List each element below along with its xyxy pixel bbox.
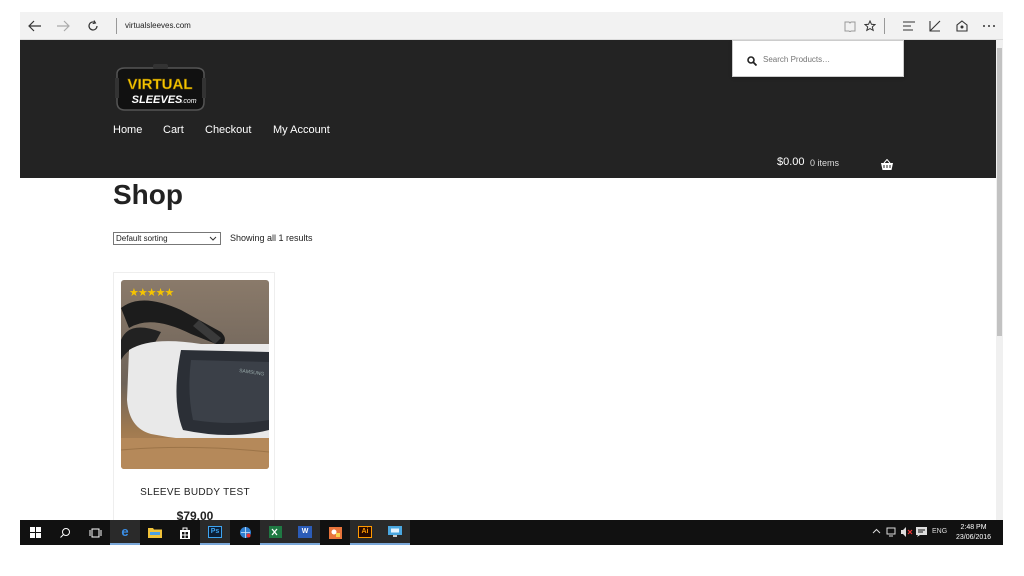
page-title: Shop <box>113 179 183 210</box>
volume-muted-icon[interactable] <box>901 527 913 539</box>
cart-total[interactable]: $0.00 <box>777 156 805 168</box>
nav-my-account[interactable]: My Account <box>273 124 330 136</box>
nav-checkout[interactable]: Checkout <box>205 124 251 136</box>
screen: virtualsleeves.com VIRTUAL SLEEVES .com … <box>20 12 1003 545</box>
forward-arrow-icon[interactable] <box>52 16 74 36</box>
favorite-star-icon[interactable] <box>859 16 881 36</box>
taskbar: e Ps W Ai ENG 2:48 PM 23/06/2016 <box>20 520 1003 545</box>
back-arrow-icon[interactable] <box>24 16 46 36</box>
remote-desktop-icon[interactable] <box>380 520 410 545</box>
word-icon[interactable]: W <box>290 520 320 545</box>
cart-item-count[interactable]: 0 items <box>810 158 839 168</box>
hub-icon[interactable] <box>898 16 920 36</box>
toolbar-divider <box>884 18 885 34</box>
refresh-icon[interactable] <box>82 16 104 36</box>
product-image[interactable]: SAMSUNG ★★★★★ <box>121 280 269 469</box>
edge-browser-icon[interactable]: e <box>110 520 140 545</box>
input-language[interactable]: ENG <box>932 528 947 535</box>
system-clock[interactable]: 2:48 PM 23/06/2016 <box>956 523 991 543</box>
network-icon[interactable] <box>886 527 897 539</box>
chevron-up-icon[interactable] <box>872 526 881 536</box>
browser-toolbar: virtualsleeves.com <box>20 12 1003 40</box>
share-icon[interactable] <box>951 16 973 36</box>
nav-cart[interactable]: Cart <box>163 124 184 136</box>
product-price: $79.00 <box>176 509 214 520</box>
site-logo[interactable]: VIRTUAL SLEEVES .com <box>113 62 208 114</box>
vpn-globe-icon[interactable] <box>230 520 260 545</box>
file-explorer-icon[interactable] <box>140 520 170 545</box>
chevron-down-icon <box>209 234 217 245</box>
task-view-icon[interactable] <box>80 520 110 545</box>
illustrator-icon[interactable]: Ai <box>350 520 380 545</box>
more-icon[interactable] <box>978 16 1000 36</box>
notification-message-icon[interactable] <box>916 527 927 539</box>
clock-date: 23/06/2016 <box>956 534 992 541</box>
result-count: Showing all 1 results <box>230 233 313 243</box>
sort-select-value: Default sorting <box>116 234 168 243</box>
web-note-icon[interactable] <box>924 16 946 36</box>
page-viewport: VIRTUAL SLEEVES .com Home Cart Checkout … <box>20 40 996 520</box>
logo-text-bottom: SLEEVES <box>132 94 183 106</box>
reading-view-icon[interactable] <box>839 16 861 36</box>
site-header: VIRTUAL SLEEVES .com Home Cart Checkout … <box>20 40 996 178</box>
paint-icon[interactable] <box>320 520 350 545</box>
photoshop-icon[interactable]: Ps <box>200 520 230 545</box>
logo-text-top: VIRTUAL <box>128 76 193 93</box>
clock-time: 2:48 PM <box>960 524 987 531</box>
logo-text-suffix: .com <box>181 98 196 105</box>
search-icon <box>747 53 758 67</box>
search-icon[interactable] <box>50 520 80 545</box>
sort-select[interactable]: Default sorting <box>113 232 221 245</box>
store-icon[interactable] <box>170 520 200 545</box>
product-name[interactable]: SLEEVE BUDDY TEST <box>114 487 276 498</box>
search-dropdown <box>732 40 904 77</box>
address-bar[interactable]: virtualsleeves.com <box>116 18 191 34</box>
scrollbar-thumb[interactable] <box>997 48 1002 336</box>
excel-icon[interactable] <box>260 520 290 545</box>
rating-stars: ★★★★★ <box>129 287 174 299</box>
page-scrollbar[interactable] <box>996 40 1003 520</box>
nav-home[interactable]: Home <box>113 124 142 136</box>
product-card[interactable]: SAMSUNG ★★★★★ SLEEVE BUDDY TEST $79.00 <box>113 272 275 520</box>
basket-icon[interactable] <box>880 158 894 170</box>
windows-start-icon[interactable] <box>20 520 50 545</box>
search-products-input[interactable] <box>763 50 893 68</box>
